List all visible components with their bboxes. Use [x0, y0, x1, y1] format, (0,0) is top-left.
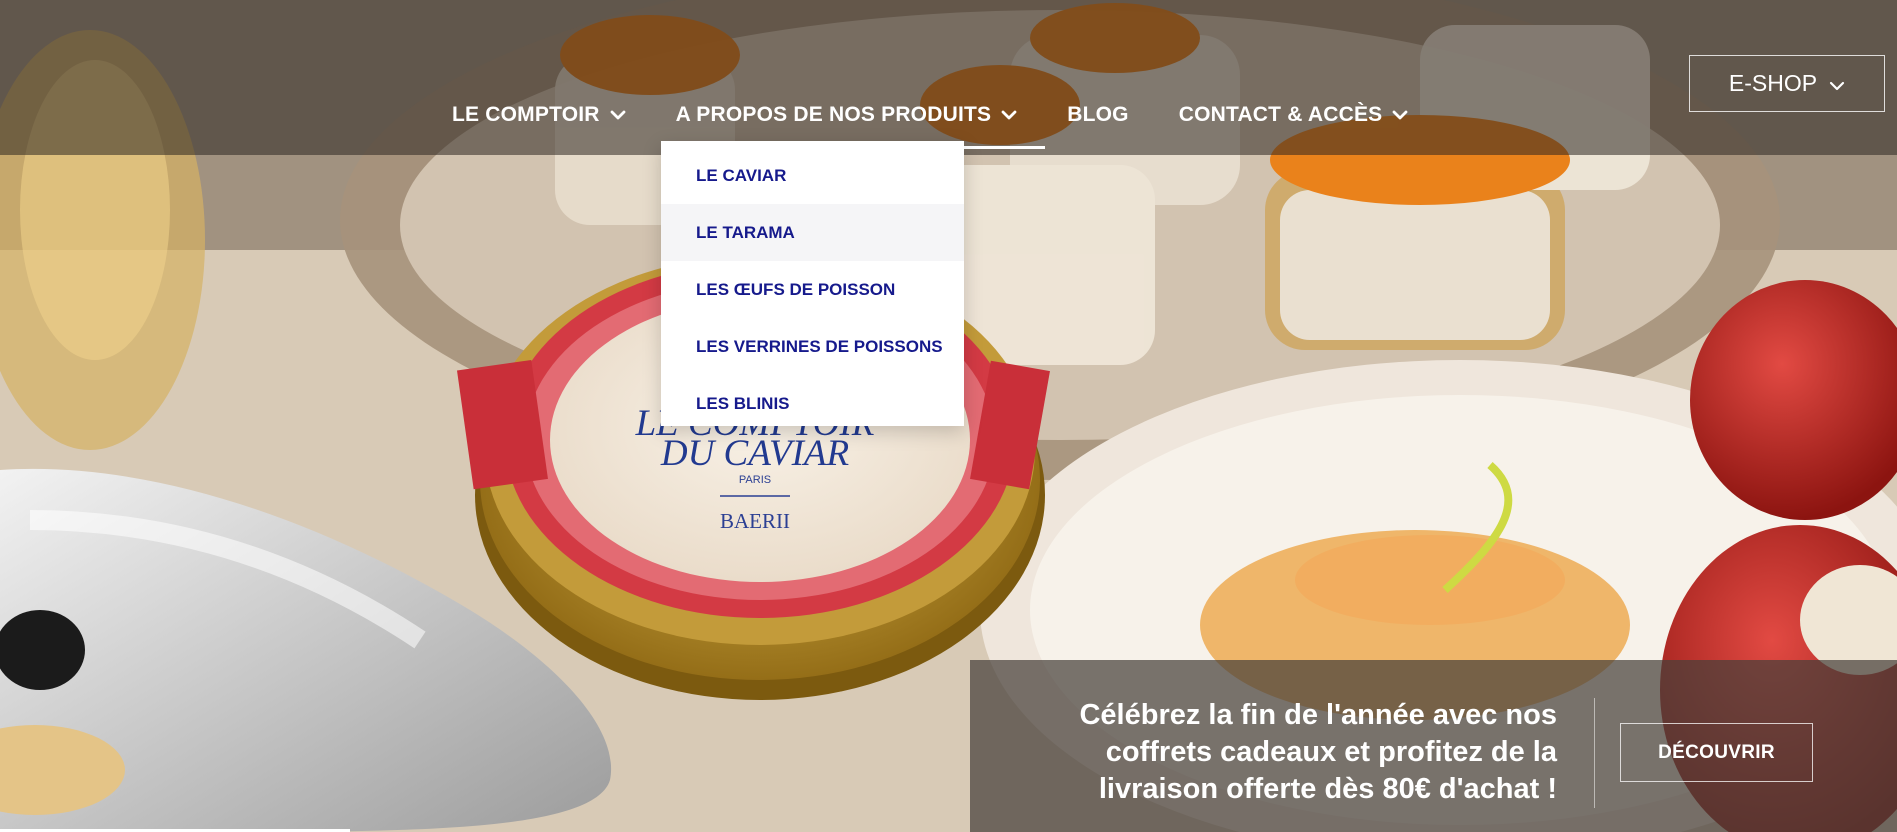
menu-item-les-oeufs-de-poisson[interactable]: LES ŒUFS DE POISSON: [661, 261, 964, 318]
nav-item-blog[interactable]: BLOG: [1067, 97, 1128, 133]
nav-item-label: LE COMPTOIR: [452, 103, 600, 126]
tin-variety: BAERII: [720, 509, 790, 533]
tin-city: PARIS: [739, 474, 771, 486]
main-navigation: LE COMPTOIR A PROPOS DE NOS PRODUITS BLO…: [452, 97, 1458, 149]
chevron-down-icon: [1001, 110, 1017, 120]
nav-item-a-propos-de-nos-produits[interactable]: A PROPOS DE NOS PRODUITS: [675, 97, 1045, 149]
eshop-button[interactable]: E-SHOP: [1689, 55, 1885, 112]
discover-button[interactable]: DÉCOUVRIR: [1620, 723, 1813, 782]
menu-item-le-caviar[interactable]: LE CAVIAR: [661, 147, 964, 204]
eshop-label: E-SHOP: [1728, 70, 1818, 96]
chevron-down-icon: [1392, 110, 1408, 120]
menu-item-le-tarama[interactable]: LE TARAMA: [661, 204, 964, 261]
promo-text: Célébrez la fin de l'année avec nos coff…: [1079, 699, 1557, 805]
hero-section: LE COMPTOIR DU CAVIAR PARIS BAERII LE CO…: [0, 0, 1897, 832]
chevron-down-icon: [1829, 70, 1845, 97]
nav-item-label: BLOG: [1067, 103, 1129, 126]
tin-brand-line2: DU CAVIAR: [660, 433, 849, 474]
menu-item-les-blinis[interactable]: LES BLINIS: [661, 375, 964, 432]
nav-item-contact-acces[interactable]: CONTACT & ACCÈS: [1179, 97, 1409, 133]
chevron-down-icon: [610, 110, 626, 120]
products-dropdown-menu: LE CAVIAR LE TARAMA LES ŒUFS DE POISSON …: [661, 141, 964, 426]
promo-divider: [1594, 698, 1595, 808]
menu-item-les-verrines-de-poissons[interactable]: LES VERRINES DE POISSONS: [661, 318, 964, 375]
promo-banner: Célébrez la fin de l'année avec nos coff…: [970, 660, 1897, 832]
nav-item-le-comptoir[interactable]: LE COMPTOIR: [452, 97, 626, 133]
nav-item-label: A PROPOS DE NOS PRODUITS: [675, 103, 992, 126]
nav-item-label: CONTACT & ACCÈS: [1178, 103, 1383, 126]
